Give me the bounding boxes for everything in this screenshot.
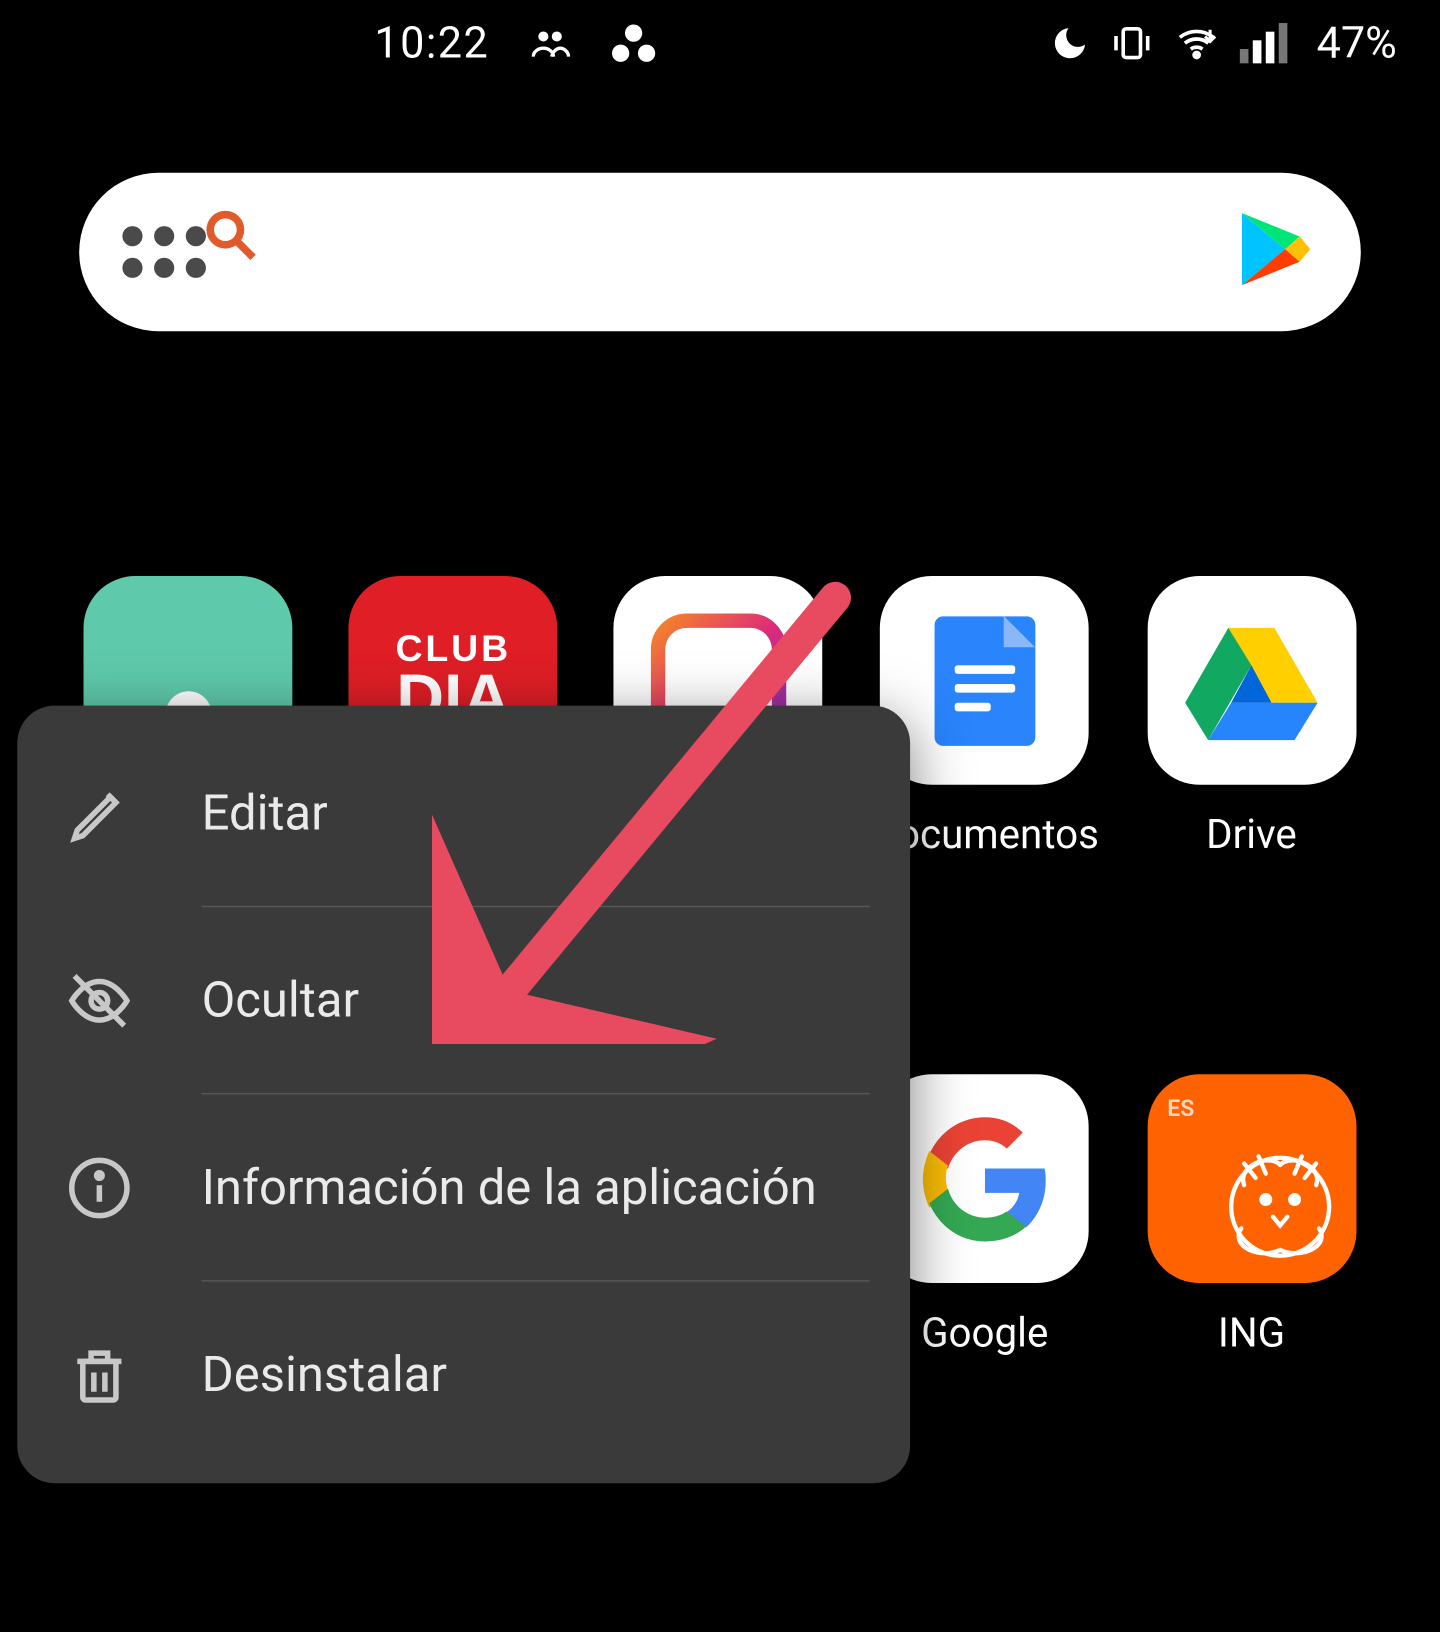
battery-percent: 47% xyxy=(1317,18,1397,68)
app-label-drive: Drive xyxy=(1206,811,1297,859)
google-icon xyxy=(880,1074,1089,1283)
signal-icon xyxy=(1240,23,1288,63)
status-time: 10:22 xyxy=(374,18,489,68)
play-store-icon[interactable] xyxy=(1231,206,1317,298)
search-icon xyxy=(200,204,260,264)
vibrate-icon xyxy=(1111,23,1154,63)
trash-icon xyxy=(55,1342,144,1408)
app-label-ing: ING xyxy=(1218,1309,1285,1357)
app-drive[interactable]: Drive xyxy=(1139,576,1363,858)
context-menu: Editar Ocultar Información de la aplicac… xyxy=(17,706,910,1484)
menu-item-info[interactable]: Información de la aplicación xyxy=(17,1094,910,1281)
search-bar[interactable] xyxy=(79,173,1361,331)
eye-off-icon xyxy=(55,968,144,1034)
people-icon xyxy=(530,23,570,63)
drive-icon xyxy=(1147,576,1356,785)
dots-icon xyxy=(610,23,656,63)
ing-badge: ES xyxy=(1167,1094,1194,1121)
pencil-icon xyxy=(55,780,144,846)
moon-icon xyxy=(1050,23,1090,63)
info-icon xyxy=(55,1155,144,1221)
menu-label-uninstall: Desinstalar xyxy=(202,1345,447,1406)
menu-label-hide: Ocultar xyxy=(202,970,359,1031)
ing-icon: ES xyxy=(1147,1074,1356,1283)
finder-icon xyxy=(122,226,206,278)
docs-icon xyxy=(880,576,1089,785)
app-ing[interactable]: ES xyxy=(1139,1074,1363,1356)
app-label-google: Google xyxy=(921,1309,1048,1357)
menu-label-edit: Editar xyxy=(202,783,328,844)
menu-item-hide[interactable]: Ocultar xyxy=(17,907,910,1094)
status-bar: 10:22 47% xyxy=(0,0,1440,86)
menu-label-info: Información de la aplicación xyxy=(202,1157,817,1218)
menu-item-edit[interactable]: Editar xyxy=(17,720,910,907)
menu-item-uninstall[interactable]: Desinstalar xyxy=(17,1282,910,1469)
wifi-icon xyxy=(1174,23,1220,63)
